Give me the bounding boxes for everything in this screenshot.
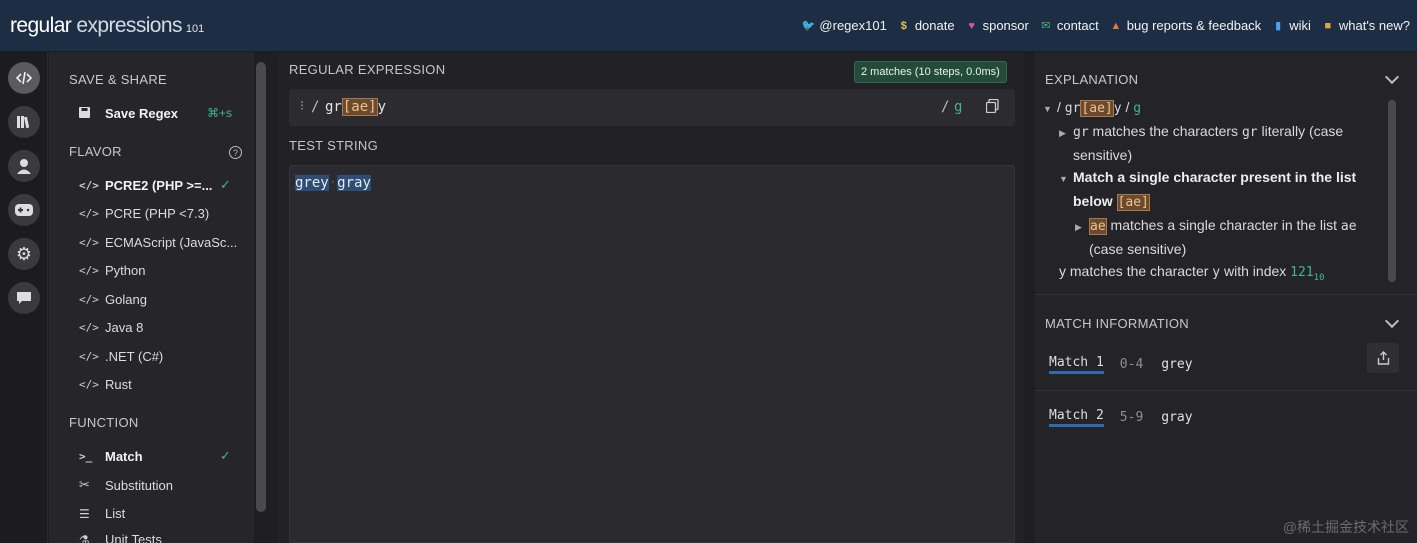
nav-twitter[interactable]: 🐦 @regex101 <box>801 18 887 33</box>
flavor-ecmascript[interactable]: </> ECMAScript (JavaSc... <box>79 235 239 250</box>
regex-input[interactable]: ⁝ / gr[ae]y / g <box>289 89 1015 126</box>
code-icon: </> <box>79 264 99 277</box>
list-icon: ☰ <box>79 506 90 521</box>
explanation-ae: ▶ ae matches a single character in the li… <box>1075 216 1357 257</box>
flavor-python[interactable]: </> Python <box>79 263 239 278</box>
code-icon: </> <box>79 179 99 192</box>
code-icon[interactable] <box>8 62 40 94</box>
gear-icon[interactable]: ⚙ <box>8 238 40 270</box>
share-icon <box>1377 351 1389 365</box>
match-row[interactable]: Match 2 5-9 gray <box>1035 391 1417 443</box>
flask-icon: ⚗ <box>79 532 90 543</box>
gamepad-icon[interactable] <box>8 194 40 226</box>
explanation-y: y matches the character y with index 121… <box>1059 263 1325 283</box>
flavor-dotnet[interactable]: </> .NET (C#) <box>79 349 239 364</box>
test-string-input[interactable]: grey·gray <box>289 165 1015 543</box>
match-info-title: MATCH INFORMATION <box>1045 316 1189 331</box>
logo[interactable]: regular expressions 101 <box>10 14 204 38</box>
watermark: @稀土掘金技术社区 <box>1282 519 1409 535</box>
explanation-set: ▼ Match a single character present in the… <box>1059 168 1357 211</box>
match-highlight: gray <box>337 175 371 191</box>
match-highlight: grey <box>295 175 329 191</box>
dollar-icon: $ <box>900 19 907 32</box>
book-icon: ▮ <box>1275 20 1282 32</box>
function-list[interactable]: ☰ List <box>79 506 239 521</box>
function-match[interactable]: >_ Match <box>79 449 239 464</box>
test-string-text: grey·gray <box>295 175 371 191</box>
regex-pattern: gr[ae]y <box>325 98 387 116</box>
icon-rail: ⚙ <box>0 52 48 543</box>
test-string-label: TEST STRING <box>289 138 379 153</box>
triangle-down-icon[interactable]: ▼ <box>1043 98 1057 120</box>
regex-label: REGULAR EXPRESSION <box>289 62 446 77</box>
library-icon[interactable] <box>8 106 40 138</box>
function-unit-tests[interactable]: ⚗ Unit Tests <box>79 532 239 543</box>
mail-icon: ✉ <box>1041 20 1051 32</box>
flavor-title: FLAVOR <box>69 144 122 159</box>
nav-contact[interactable]: ✉ contact <box>1039 18 1099 33</box>
explanation-root[interactable]: ▼ / gr[ae]y / g <box>1043 96 1386 120</box>
code-icon: </> <box>79 236 99 249</box>
function-substitution[interactable]: ✂ Substitution <box>79 477 239 493</box>
triangle-right-icon[interactable]: ▶ <box>1059 122 1073 144</box>
nav-sponsor[interactable]: ♥ sponsor <box>965 18 1029 33</box>
chevron-down-icon[interactable] <box>1384 313 1400 329</box>
flavor-java8[interactable]: </> Java 8 <box>79 320 239 335</box>
match-count-badge: 2 matches (10 steps, 0.0ms) <box>854 61 1007 83</box>
flavor-rust[interactable]: </> Rust <box>79 377 239 392</box>
top-bar: regular expressions 101 🐦 @regex101 $ donat… <box>0 0 1417 52</box>
divider <box>1035 294 1417 295</box>
explanation-title: EXPLANATION <box>1045 72 1139 87</box>
triangle-right-icon[interactable]: ▶ <box>1075 216 1089 238</box>
save-share-title: SAVE & SHARE <box>69 72 168 87</box>
chevron-down-icon[interactable] <box>1384 69 1400 85</box>
user-icon[interactable] <box>8 150 40 182</box>
chat-icon[interactable] <box>8 282 40 314</box>
function-title: FUNCTION <box>69 415 139 430</box>
nav-bug-reports[interactable]: ▲ bug reports & feedback <box>1109 18 1261 33</box>
warning-icon: ▲ <box>1110 19 1122 32</box>
flavor-pcre[interactable]: </> PCRE (PHP <7.3) <box>79 206 239 221</box>
copy-icon[interactable] <box>985 98 999 118</box>
twitter-icon: 🐦 <box>801 20 816 32</box>
match-row[interactable]: Match 1 0-4 grey <box>1035 338 1417 390</box>
scissors-icon: ✂ <box>79 477 90 492</box>
help-icon[interactable]: ? <box>229 146 242 159</box>
check-icon: ✓ <box>220 177 231 192</box>
gift-icon: ■ <box>1324 19 1332 32</box>
code-icon: </> <box>79 378 99 391</box>
code-icon: </> <box>79 350 99 363</box>
save-icon <box>79 106 105 121</box>
explanation-gr: ▶ gr matches the characters gr literally … <box>1059 122 1344 163</box>
drag-handle-icon[interactable]: ⁝ <box>300 98 304 114</box>
left-scrollbar[interactable] <box>256 62 266 512</box>
nav-donate[interactable]: $ donate <box>897 18 955 33</box>
check-icon: ✓ <box>220 448 231 463</box>
save-shortcut: ⌘+s <box>207 106 233 120</box>
nav-whats-new[interactable]: ■ what's new? <box>1321 18 1410 33</box>
triangle-down-icon[interactable]: ▼ <box>1059 168 1073 190</box>
code-icon: </> <box>79 321 99 334</box>
code-icon: </> <box>79 293 99 306</box>
heart-icon: ♥ <box>968 19 975 32</box>
code-icon: </> <box>79 207 99 220</box>
export-button[interactable] <box>1367 343 1399 373</box>
flavor-pcre2[interactable]: </> PCRE2 (PHP >=... <box>79 178 239 193</box>
terminal-icon: >_ <box>79 450 93 463</box>
nav-wiki[interactable]: ▮ wiki <box>1271 18 1311 33</box>
top-nav: 🐦 @regex101 $ donate ♥ sponsor ✉ contact ▲ bu… <box>791 18 1410 33</box>
explanation-scrollbar[interactable] <box>1388 100 1396 282</box>
explanation-tree: ▼ / gr[ae]y / g ▶ gr matches the character… <box>1041 96 1386 286</box>
flavor-golang[interactable]: </> Golang <box>79 292 239 307</box>
regex-flags[interactable]: g <box>954 99 962 115</box>
